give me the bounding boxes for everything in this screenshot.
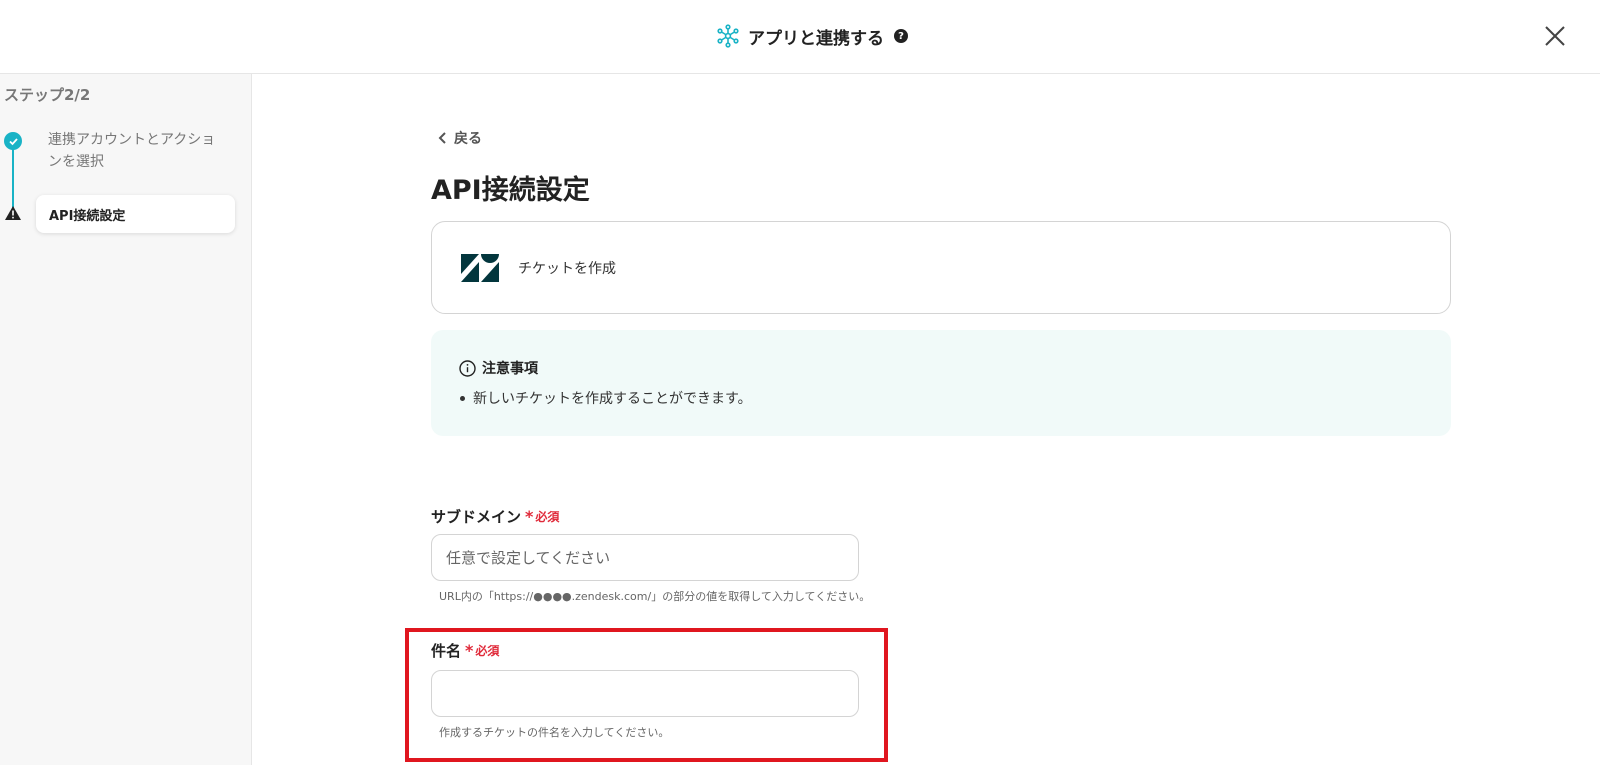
chevron-left-icon: [438, 132, 446, 144]
subject-label: 件名 * 必須: [431, 640, 499, 661]
step-item-api-settings[interactable]: API接続設定: [36, 195, 235, 233]
app-action-card: チケットを作成: [431, 221, 1451, 314]
header-title-group: アプリと連携する ?: [716, 22, 908, 50]
info-icon: [459, 359, 476, 377]
notice-item: 新しいチケットを作成することができます。: [460, 388, 752, 408]
subdomain-input[interactable]: [431, 534, 859, 581]
notice-item-text: 新しいチケットを作成することができます。: [473, 391, 752, 407]
required-badge: * 必須: [525, 508, 559, 525]
step-item-select-action[interactable]: 連携アカウントとアクションを選択: [48, 129, 228, 173]
required-asterisk-icon: *: [465, 640, 474, 660]
step-sidebar: ステップ2/2 連携アカウントとアクションを選択 API接続設定: [0, 74, 252, 765]
warning-icon: [5, 206, 21, 220]
step-connector: [12, 142, 14, 212]
notice-title: 注意事項: [482, 361, 538, 377]
help-icon[interactable]: ?: [894, 29, 908, 43]
subdomain-hint: URL内の「https://●●●●.zendesk.com/」の部分の値を取得…: [439, 590, 871, 603]
modal-header: アプリと連携する ?: [0, 0, 1600, 74]
subject-label-text: 件名: [431, 642, 462, 660]
close-icon[interactable]: [1541, 22, 1569, 50]
subject-input[interactable]: [431, 670, 859, 717]
subdomain-label-text: サブドメイン: [431, 508, 522, 526]
back-label: 戻る: [454, 131, 482, 147]
step-item-label: API接続設定: [49, 208, 126, 224]
back-button[interactable]: 戻る: [438, 128, 482, 148]
step-count: ステップ2/2: [4, 86, 91, 104]
check-icon: [4, 132, 22, 150]
subdomain-label: サブドメイン * 必須: [431, 506, 559, 527]
app-action-label: チケットを作成: [518, 260, 616, 277]
subject-hint: 作成するチケットの件名を入力してください。: [439, 726, 670, 739]
zendesk-logo-icon: [461, 253, 499, 282]
required-text: 必須: [535, 510, 560, 524]
required-asterisk-icon: *: [525, 506, 534, 526]
notice-title-row: 注意事項: [459, 358, 538, 378]
page-title: API接続設定: [431, 175, 590, 206]
header-title: アプリと連携する: [748, 28, 884, 49]
required-badge: * 必須: [465, 642, 499, 659]
notice-box: 注意事項 新しいチケットを作成することができます。: [431, 330, 1451, 436]
required-text: 必須: [475, 644, 500, 658]
app-connect-icon: [717, 24, 739, 48]
bullet-icon: [460, 395, 465, 401]
